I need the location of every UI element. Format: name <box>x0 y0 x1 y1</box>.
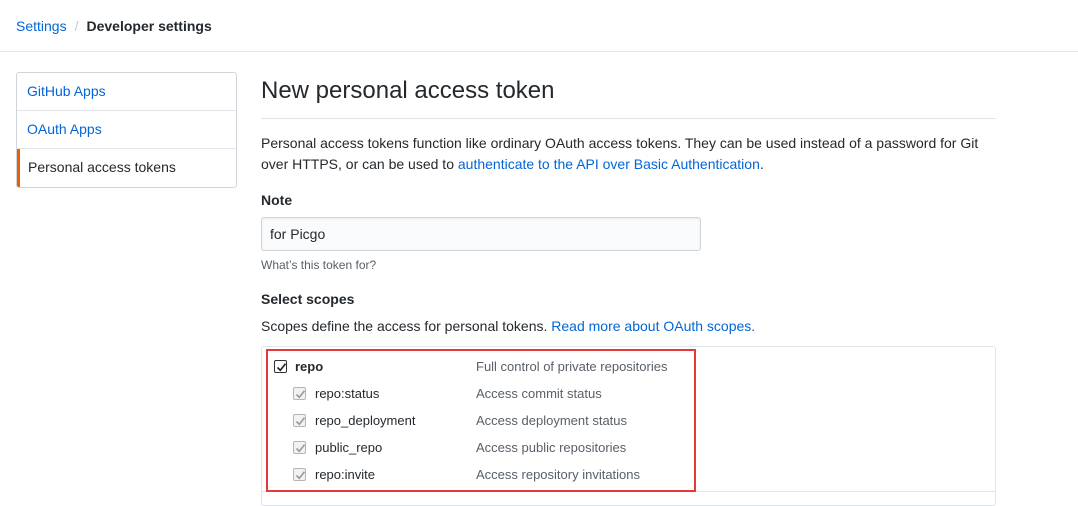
note-label: Note <box>261 192 293 208</box>
main-content: New personal access token Personal acces… <box>261 72 996 506</box>
scopes-description-text: Scopes define the access for personal to… <box>261 318 552 334</box>
scopes-list: repo Full control of private repositorie… <box>261 346 996 506</box>
intro-end: . <box>759 156 764 172</box>
breadcrumb-settings-link[interactable]: Settings <box>16 18 67 34</box>
oauth-scopes-link[interactable]: Read more about OAuth scopes. <box>551 318 755 334</box>
breadcrumb: Settings / Developer settings <box>16 17 212 35</box>
select-scopes-label: Select scopes <box>261 291 355 307</box>
note-hint: What’s this token for? <box>261 258 377 272</box>
breadcrumb-current: Developer settings <box>86 18 212 34</box>
highlight-annotation <box>266 349 696 492</box>
top-bar: Settings / Developer settings <box>0 0 1078 52</box>
basic-auth-link[interactable]: authenticate to the API over Basic Authe… <box>458 156 760 172</box>
sidebar-item-oauth-apps[interactable]: OAuth Apps <box>17 111 236 149</box>
breadcrumb-separator: / <box>74 18 79 34</box>
intro-paragraph: Personal access tokens function like ord… <box>261 133 996 175</box>
page-title: New personal access token <box>261 72 996 119</box>
note-input[interactable] <box>261 217 701 251</box>
sidebar-item-personal-access-tokens[interactable]: Personal access tokens <box>17 149 236 187</box>
scopes-description: Scopes define the access for personal to… <box>261 318 755 334</box>
sidebar-item-github-apps[interactable]: GitHub Apps <box>17 73 236 111</box>
settings-sidebar: GitHub Apps OAuth Apps Personal access t… <box>16 72 237 188</box>
